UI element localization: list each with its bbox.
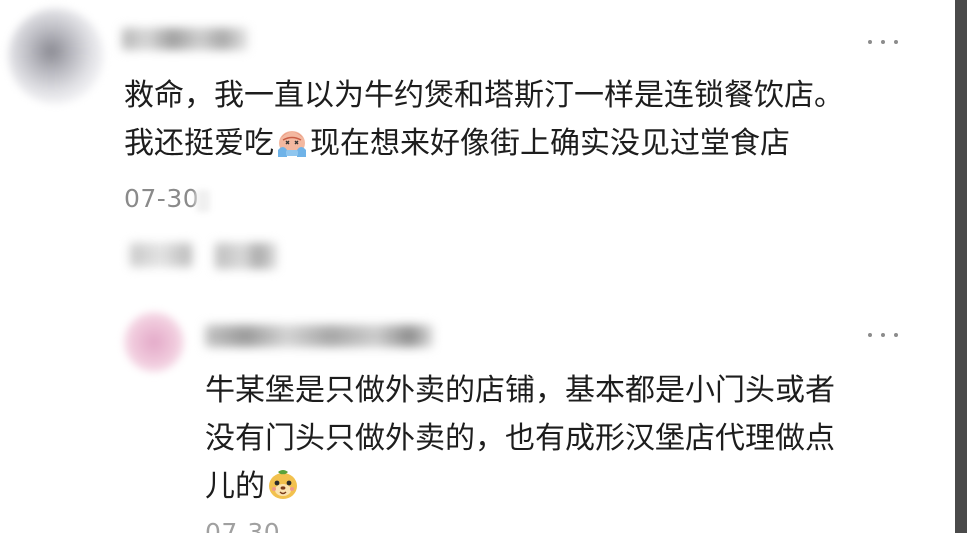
reply-line: 儿的 (205, 463, 835, 511)
reply-line: 牛某堡是只做外卖的店铺，基本都是小门头或者 (205, 373, 835, 408)
reply-text: 牛某堡是只做外卖的店铺，基本都是小门头或者 没有门头只做外卖的，也有成形汉堡店代… (205, 367, 835, 511)
crying-face-emoji-icon (278, 131, 306, 157)
comment-text: 救命，我一直以为牛约煲和塔斯汀一样是连锁餐饮店。 我还挺爱吃 现在想来好像街上确… (124, 72, 844, 168)
window-edge (955, 0, 967, 533)
comment-thread: 救命，我一直以为牛约煲和塔斯汀一样是连锁餐饮店。 我还挺爱吃 现在想来好像街上确… (0, 0, 967, 533)
blur-mask (196, 190, 210, 212)
dot (894, 40, 898, 44)
dot (868, 333, 872, 337)
comment-line-part: 现在想来好像街上确实没见过堂食店 (310, 126, 790, 161)
dog-face-emoji-icon (269, 470, 297, 499)
reply-line: 没有门头只做外卖的，也有成形汉堡店代理做点 (205, 421, 835, 456)
comment-line-part: 我还挺爱吃 (124, 126, 274, 161)
like-button-blurred[interactable] (130, 243, 192, 267)
avatar[interactable] (8, 8, 104, 104)
reply-button-blurred[interactable] (215, 243, 277, 269)
reply-date: 07-30 (205, 521, 285, 533)
comment-date: 07-30 (124, 184, 200, 213)
more-options-icon[interactable] (868, 32, 898, 52)
reply-username-blurred[interactable] (205, 325, 433, 347)
dot (868, 40, 872, 44)
dot (881, 333, 885, 337)
reply-avatar[interactable] (124, 312, 184, 372)
reply-more-options-icon[interactable] (868, 325, 898, 345)
comment-line: 我还挺爱吃 现在想来好像街上确实没见过堂食店 (124, 120, 844, 168)
username-blurred[interactable] (122, 28, 248, 50)
comment-line: 救命，我一直以为牛约煲和塔斯汀一样是连锁餐饮店。 (124, 78, 844, 113)
dot (881, 40, 885, 44)
reply-line-part: 儿的 (205, 469, 265, 504)
dot (894, 333, 898, 337)
reply-date-text: 07-30 (205, 521, 280, 533)
